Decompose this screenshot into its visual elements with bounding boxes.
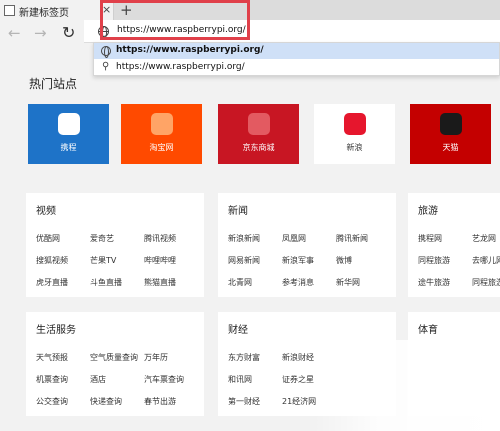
link-bilibili[interactable]: 哔哩哔哩 [144,255,176,266]
link-spring-travel[interactable]: 春节出游 [144,396,176,407]
tile-taobao[interactable]: 淘宝网 [121,104,202,164]
link-eastmoney[interactable]: 东方财富 [228,352,260,363]
forward-button[interactable]: → [34,22,47,44]
title-bar: 新建标签页 × + [0,0,500,22]
tab-title: 新建标签页 [19,8,69,19]
address-suggestions: https://www.raspberrypi.org/ ⚲ https://w… [93,42,500,76]
tile-label: 淘宝网 [149,143,174,152]
link-delivery[interactable]: 快递查询 [90,396,122,407]
tile-label: 携程 [60,143,77,152]
link-weibo[interactable]: 微博 [336,255,352,266]
card-title: 新闻 [228,206,248,217]
link-bus-tickets[interactable]: 汽车票查询 [144,374,184,385]
link-ly[interactable]: 同程旅游 [418,255,450,266]
link-ynet[interactable]: 北青网 [228,277,252,288]
suggestion-text: https://www.raspberrypi.org/ [116,62,245,72]
link-transit[interactable]: 公交查询 [36,396,68,407]
link-sina-military[interactable]: 新浪军事 [282,255,314,266]
link-tencent-video[interactable]: 腾讯视频 [144,233,176,244]
link-huya[interactable]: 虎牙直播 [36,277,68,288]
card-title: 体育 [418,325,438,336]
page-icon [4,5,15,16]
card-life: 生活服务 天气预报 空气质量查询 万年历 机票查询 酒店 汽车票查询 公交查询 … [26,312,204,416]
card-title: 旅游 [418,206,438,217]
link-21jingji[interactable]: 21经济网 [282,396,316,407]
link-hexun[interactable]: 和讯网 [228,374,252,385]
link-tencent-news[interactable]: 腾讯新闻 [336,233,368,244]
tile-jd[interactable]: 京东商城 [218,104,299,164]
link-ctrip[interactable]: 携程网 [418,233,442,244]
card-travel: 旅游 携程网 艺龙网 同程旅游 去哪儿网 途牛旅游 同程旅游 [408,193,500,297]
link-douyu[interactable]: 斗鱼直播 [90,277,122,288]
suggestion-item[interactable]: https://www.raspberrypi.org/ [94,43,499,59]
link-elong[interactable]: 艺龙网 [472,233,496,244]
suggestion-text: https://www.raspberrypi.org/ [116,45,264,55]
tile-label: 天猫 [442,143,459,152]
link-weather[interactable]: 天气预报 [36,352,68,363]
tile-label: 京东商城 [242,143,275,152]
tab-new-tab[interactable]: 新建标签页 × [0,0,114,22]
search-icon: ⚲ [102,61,110,72]
tmall-icon [439,113,462,135]
link-air-quality[interactable]: 空气质量查询 [90,352,138,363]
ctrip-icon [57,113,80,135]
link-xinhua[interactable]: 新华网 [336,277,360,288]
back-button[interactable]: ← [8,22,21,44]
link-flights[interactable]: 机票查询 [36,374,68,385]
tile-label: 新浪 [346,143,363,152]
tile-sina[interactable]: 新浪 [314,104,395,164]
hot-sites-title: 热门站点 [29,77,78,91]
link-yicai[interactable]: 第一财经 [228,396,260,407]
link-youku[interactable]: 优酷网 [36,233,60,244]
card-title: 财经 [228,325,248,336]
link-sohu-video[interactable]: 搜狐视频 [36,255,68,266]
refresh-button[interactable]: ↻ [62,22,75,44]
tile-tmall[interactable]: 天猫 [410,104,491,164]
weibo-icon [343,113,366,135]
link-netease-news[interactable]: 网易新闻 [228,255,260,266]
jd-icon [247,113,270,135]
taobao-icon [150,113,173,135]
card-title: 视频 [36,206,56,217]
card-video: 视频 优酷网 爱奇艺 腾讯视频 搜狐视频 芒果TV 哔哩哔哩 虎牙直播 斗鱼直播… [26,193,204,297]
globe-icon [101,46,111,58]
link-calendar[interactable]: 万年历 [144,352,168,363]
link-ifeng[interactable]: 凤凰网 [282,233,306,244]
link-sina-news[interactable]: 新浪新闻 [228,233,260,244]
link-tuniu[interactable]: 途牛旅游 [418,277,450,288]
link-iqiyi[interactable]: 爱奇艺 [90,233,114,244]
suggestion-item[interactable]: ⚲ https://www.raspberrypi.org/ [94,60,499,76]
link-sina-finance[interactable]: 新浪财经 [282,352,314,363]
tile-ctrip[interactable]: 携程 [28,104,109,164]
link-panda[interactable]: 熊猫直播 [144,277,176,288]
watermark-overlay [314,340,500,431]
annotation-highlight [100,0,250,40]
link-tongcheng[interactable]: 同程旅游 [472,277,500,288]
link-mango-tv[interactable]: 芒果TV [90,255,116,266]
link-hotel[interactable]: 酒店 [90,374,106,385]
card-title: 生活服务 [36,325,76,336]
link-qunar[interactable]: 去哪儿网 [472,255,500,266]
link-stockstar[interactable]: 证券之星 [282,374,314,385]
link-cankao[interactable]: 参考消息 [282,277,314,288]
card-news: 新闻 新浪新闻 凤凰网 腾讯新闻 网易新闻 新浪军事 微博 北青网 参考消息 新… [218,193,396,297]
